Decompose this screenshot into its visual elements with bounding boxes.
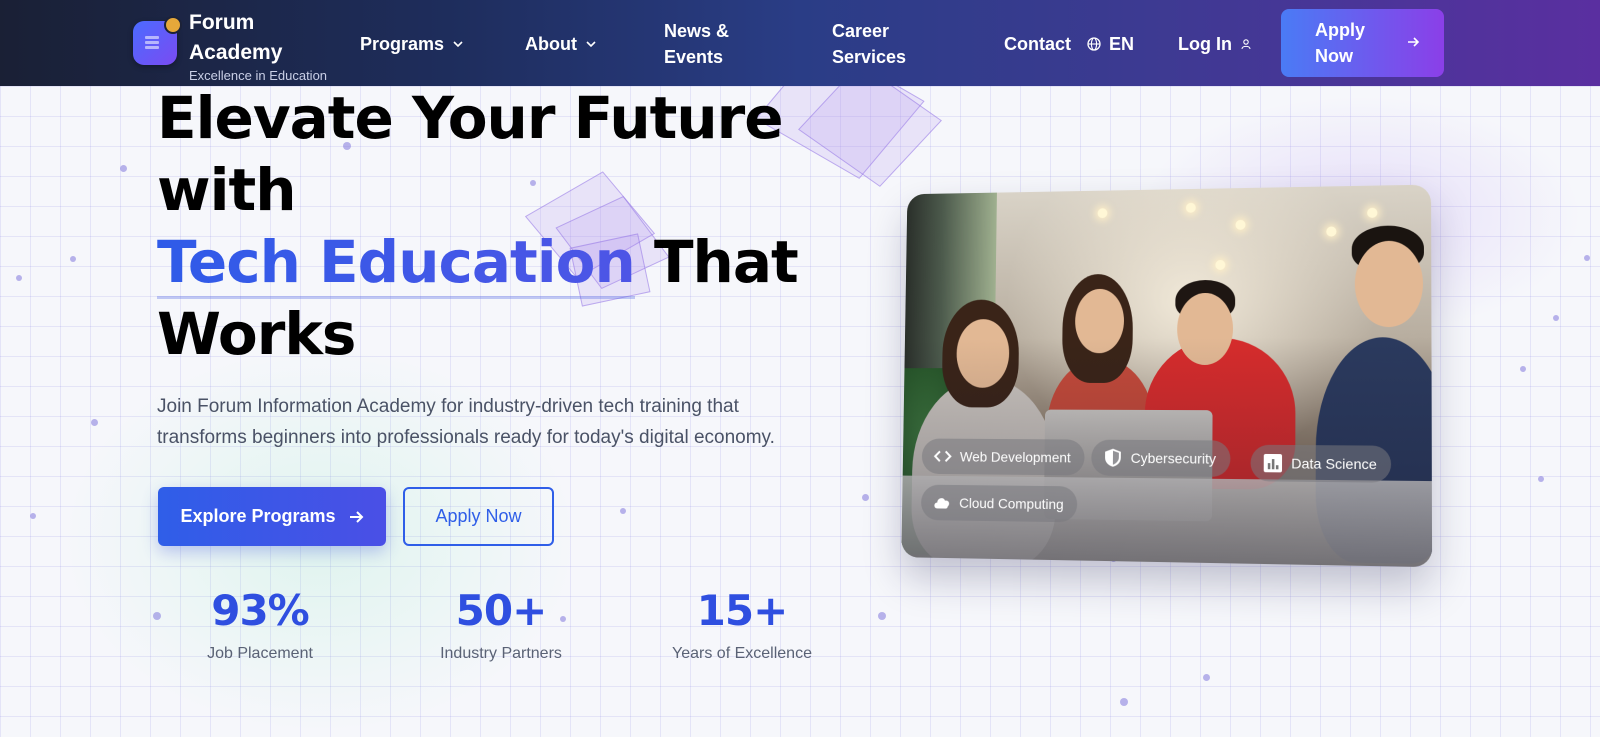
- apply-now-button[interactable]: Apply Now: [403, 487, 554, 546]
- brand-tagline: Excellence in Education: [189, 68, 328, 83]
- tag-label: Web Development: [959, 448, 1071, 466]
- stat-label: Job Placement: [207, 645, 313, 662]
- decorative-particle: [878, 612, 886, 620]
- explore-programs-button[interactable]: Explore Programs: [158, 487, 386, 546]
- decorative-particle: [862, 494, 869, 501]
- tag-web-development: Web Development: [921, 438, 1085, 476]
- user-icon: [1241, 39, 1251, 50]
- decorative-particle: [1553, 315, 1559, 321]
- explore-programs-label: Explore Programs: [180, 506, 336, 526]
- globe-icon: [1087, 37, 1101, 51]
- site-header: Forum Academy Excellence in Education Pr…: [0, 0, 1600, 86]
- decorative-particle: [1584, 255, 1590, 261]
- arrow-right-icon: [1408, 37, 1420, 47]
- language-selector[interactable]: EN: [1087, 31, 1134, 57]
- apply-now-label: Apply Now: [435, 506, 522, 526]
- stat-value: 15+: [696, 586, 789, 635]
- stat-label: Industry Partners: [440, 645, 562, 662]
- decorative-particle: [1203, 674, 1210, 681]
- brand-logo[interactable]: Forum Academy Excellence in Education: [133, 8, 327, 84]
- hero-title-accent: Tech Education: [157, 228, 636, 299]
- code-icon: [933, 446, 952, 466]
- nav-item-label: Contact: [1004, 34, 1071, 54]
- nav-item-news-events[interactable]: News & Events: [664, 18, 754, 70]
- tag-label: Cybersecurity: [1130, 449, 1216, 467]
- nav-item-contact[interactable]: Contact: [1004, 31, 1071, 57]
- logo-icon: [133, 16, 182, 65]
- stat-value: 50+: [455, 586, 548, 635]
- arrow-right-icon: [349, 510, 363, 523]
- login-link[interactable]: Log In: [1178, 31, 1252, 57]
- students-photo: Web Development Cybersecurity Data Scien…: [901, 184, 1433, 568]
- language-label: EN: [1109, 34, 1135, 54]
- stat-job-placement: 93% Job Placement: [160, 585, 360, 663]
- cloud-icon: [934, 498, 950, 509]
- header-apply-button[interactable]: Apply Now: [1281, 9, 1444, 77]
- tag-data-science: Data Science: [1250, 444, 1392, 483]
- tag-label: Data Science: [1291, 455, 1377, 473]
- decorative-particle: [91, 419, 98, 426]
- chevron-down-icon: [453, 41, 463, 48]
- stat-industry-partners: 50+ Industry Partners: [401, 585, 601, 663]
- stat-label: Years of Excellence: [672, 645, 812, 662]
- decorative-particle: [1520, 366, 1526, 372]
- apply-label: Apply Now: [1315, 20, 1366, 66]
- nav-item-label: Programs: [360, 34, 445, 54]
- nav-item-about[interactable]: About: [525, 31, 597, 57]
- decorative-particle: [1120, 698, 1128, 706]
- stat-years-excellence: 15+ Years of Excellence: [642, 585, 842, 663]
- shield-icon: [1104, 448, 1121, 467]
- hero-subtitle: Join Forum Information Academy for indus…: [157, 396, 775, 448]
- decorative-particle: [1538, 476, 1544, 482]
- nav-item-programs[interactable]: Programs: [360, 31, 464, 57]
- nav-item-career-services[interactable]: Career Services: [832, 18, 922, 70]
- hero-title: Elevate Your Future with Tech Education …: [157, 82, 817, 370]
- stat-value: 93%: [211, 586, 310, 635]
- decorative-particle: [120, 165, 127, 172]
- brand-name: Forum Academy: [189, 11, 283, 64]
- login-label: Log In: [1178, 34, 1232, 54]
- chevron-down-icon: [586, 41, 596, 48]
- decorative-particle: [30, 513, 36, 519]
- tag-cloud-computing: Cloud Computing: [920, 484, 1078, 523]
- nav-item-label: Career Services: [832, 21, 907, 67]
- chart-icon: [1263, 453, 1283, 473]
- hero-photo-card: Web Development Cybersecurity Data Scien…: [901, 184, 1433, 568]
- tag-cybersecurity: Cybersecurity: [1091, 439, 1231, 477]
- nav-item-label: About: [525, 34, 577, 54]
- decorative-particle: [70, 256, 76, 262]
- hero-title-line1: Elevate Your Future with: [157, 84, 784, 224]
- decorative-particle: [620, 508, 626, 514]
- tag-label: Cloud Computing: [959, 494, 1064, 513]
- nav-item-label: News & Events: [664, 21, 730, 67]
- decorative-particle: [16, 275, 22, 281]
